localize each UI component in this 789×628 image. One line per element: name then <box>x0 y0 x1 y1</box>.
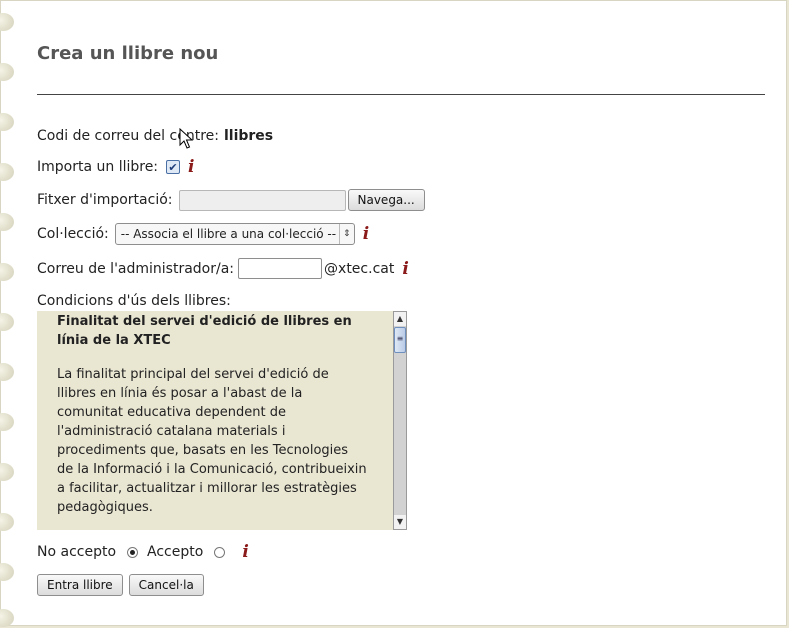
terms-title: Finalitat del servei d'edició de llibres… <box>57 314 352 348</box>
importa-label: Importa un llibre: <box>37 159 159 175</box>
chevron-updown-icon: ⇕ <box>338 224 354 244</box>
codi-correu-value: llibres <box>223 128 274 144</box>
binder-ring-decoration <box>0 313 14 331</box>
cancel-button[interactable]: Cancel·la <box>128 574 204 596</box>
mouse-pointer-icon <box>179 128 194 149</box>
binder-ring-decoration <box>0 63 14 81</box>
binder-ring-decoration <box>0 213 14 231</box>
colleccio-label: Col·lecció: <box>37 226 109 242</box>
terms-body: La finalitat principal del servei d'edic… <box>57 367 367 515</box>
binder-ring-decoration <box>0 463 14 481</box>
terms-scrollbar[interactable]: ▲ ≡ ▼ <box>393 311 407 530</box>
fitxer-row: Fitxer d'importació: Navega... <box>37 189 425 211</box>
browse-button[interactable]: Navega... <box>347 189 425 211</box>
page-title: Crea un llibre nou <box>37 43 219 64</box>
submit-button[interactable]: Entra llibre <box>37 574 123 596</box>
binder-ring-decoration <box>0 13 14 31</box>
binder-ring-decoration <box>0 513 14 531</box>
binder-ring-decoration <box>0 563 14 581</box>
correu-admin-row: Correu de l'administrador/a: @xtec.cat i <box>37 258 409 279</box>
info-icon[interactable]: i <box>402 259 408 279</box>
scroll-up-icon[interactable]: ▲ <box>394 312 406 326</box>
correu-admin-input[interactable] <box>238 258 323 279</box>
acceptance-row: No accepto Accepto i <box>37 542 249 562</box>
importa-row: Importa un llibre: ✔ i <box>37 157 195 177</box>
accepto-label: Accepto <box>147 544 204 560</box>
form-actions: Entra llibre Cancel·la <box>37 574 204 596</box>
info-icon[interactable]: i <box>242 542 248 562</box>
no-accepto-label: No accepto <box>37 544 117 560</box>
importa-checkbox[interactable]: ✔ <box>166 160 181 174</box>
binder-ring-decoration <box>0 609 14 627</box>
fitxer-label: Fitxer d'importació: <box>37 192 173 208</box>
binder-ring-decoration <box>0 163 14 181</box>
no-accepto-radio[interactable] <box>127 546 139 558</box>
info-icon[interactable]: i <box>188 157 194 177</box>
terms-label: Condicions d'ús dels llibres: <box>37 293 231 309</box>
colleccio-selected-value: -- Associa el llibre a una col·lecció -- <box>120 227 337 241</box>
info-icon[interactable]: i <box>363 224 369 244</box>
codi-correu-row: Codi de correu del centre: llibres <box>37 128 273 144</box>
title-divider <box>37 94 765 95</box>
binder-ring-decoration <box>0 413 14 431</box>
checkmark-icon: ✔ <box>168 160 178 174</box>
scrollbar-thumb[interactable]: ≡ <box>394 327 406 353</box>
accepto-radio[interactable] <box>214 546 226 558</box>
scroll-down-icon[interactable]: ▼ <box>394 515 406 529</box>
notebook-page: Crea un llibre nou Codi de correu del ce… <box>0 0 787 627</box>
correu-domain-suffix: @xtec.cat <box>324 260 395 277</box>
correu-admin-label: Correu de l'administrador/a: <box>37 260 235 277</box>
binder-ring-decoration <box>0 363 14 381</box>
terms-label-row: Condicions d'ús dels llibres: <box>37 293 231 309</box>
file-path-input[interactable] <box>178 189 346 211</box>
colleccio-row: Col·lecció: -- Associa el llibre a una c… <box>37 223 369 245</box>
binder-ring-decoration <box>0 113 14 131</box>
colleccio-select[interactable]: -- Associa el llibre a una col·lecció --… <box>114 223 355 245</box>
terms-textbox[interactable]: Finalitat del servei d'edició de llibres… <box>37 311 407 530</box>
binder-ring-decoration <box>0 263 14 281</box>
